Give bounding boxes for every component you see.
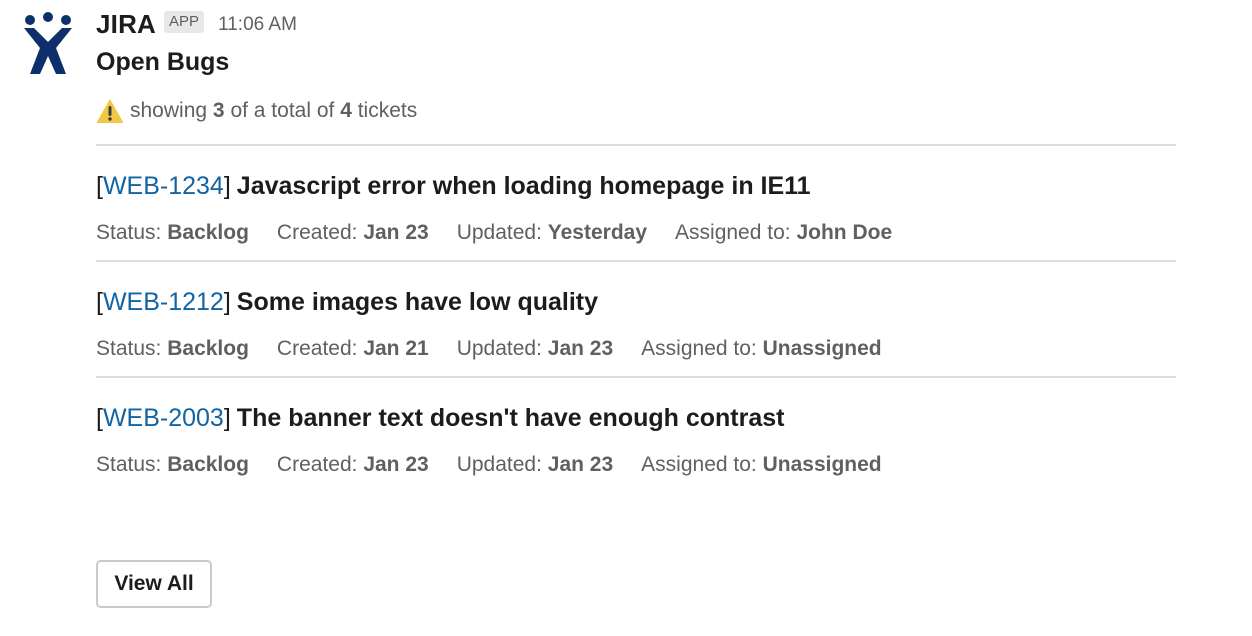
jira-logo-icon — [24, 12, 72, 74]
ticket-title: [WEB-2003] The banner text doesn't have e… — [96, 398, 1176, 438]
close-bracket: ] — [223, 404, 231, 432]
ticket-created: Created: Jan 23 — [276, 453, 429, 476]
ticket-meta: Status: Backlog Created: Jan 21 Updated:… — [96, 334, 1176, 364]
ticket-item: [WEB-1234] Javascript error when loading … — [96, 146, 1176, 260]
ticket-status: Status: Backlog — [96, 221, 249, 244]
message-title: Open Bugs — [96, 48, 230, 76]
ticket-key-link[interactable]: WEB-1212 — [103, 288, 224, 316]
ticket-item: [WEB-2003] The banner text doesn't have e… — [96, 378, 1176, 492]
ticket-summary: Javascript error when loading homepage i… — [236, 172, 811, 200]
notice-middle: of a total of — [230, 99, 335, 122]
ticket-title: [WEB-1234] Javascript error when loading … — [96, 166, 1176, 206]
ticket-updated: Updated: Yesterday — [456, 221, 648, 244]
message-timestamp[interactable]: 11:06 AM — [218, 14, 297, 36]
ticket-meta: Status: Backlog Created: Jan 23 Updated:… — [96, 218, 1176, 248]
notice-suffix: tickets — [357, 99, 418, 122]
warning-icon — [96, 99, 124, 123]
ticket-status: Status: Backlog — [96, 337, 249, 360]
ticket-updated: Updated: Jan 23 — [456, 453, 614, 476]
app-name[interactable]: JIRA — [96, 9, 156, 40]
view-all-button[interactable]: View All — [96, 560, 212, 608]
notice-shown-count: 3 — [212, 99, 225, 122]
notice-total-count: 4 — [340, 99, 352, 122]
open-bracket: [ — [96, 172, 103, 200]
ticket-assignee: Assigned to: Unassigned — [641, 453, 882, 476]
ticket-created: Created: Jan 23 — [276, 221, 429, 244]
message-header: JIRA APP 11:06 AM — [96, 4, 1176, 44]
ticket-summary: Some images have low quality — [236, 288, 599, 316]
ticket-key-link[interactable]: WEB-2003 — [103, 404, 224, 432]
ticket-status: Status: Backlog — [96, 453, 249, 476]
app-badge: APP — [164, 11, 205, 33]
ticket-item: [WEB-1212] Some images have low quality S… — [96, 262, 1176, 376]
ticket-assignee: Assigned to: John Doe — [675, 221, 893, 244]
open-bracket: [ — [96, 404, 103, 432]
ticket-updated: Updated: Jan 23 — [456, 337, 614, 360]
ticket-created: Created: Jan 21 — [276, 337, 429, 360]
ticket-key-link[interactable]: WEB-1234 — [103, 172, 224, 200]
message-content: JIRA APP 11:06 AM Open Bugs showing 3 of… — [96, 0, 1176, 492]
open-bracket: [ — [96, 288, 103, 316]
ticket-count-notice: showing 3 of a total of 4 tickets — [96, 96, 1176, 126]
ticket-meta: Status: Backlog Created: Jan 23 Updated:… — [96, 450, 1176, 480]
close-bracket: ] — [223, 172, 231, 200]
close-bracket: ] — [223, 288, 231, 316]
ticket-title: [WEB-1212] Some images have low quality — [96, 282, 1176, 322]
ticket-assignee: Assigned to: Unassigned — [641, 337, 882, 360]
notice-prefix: showing — [130, 99, 208, 122]
ticket-summary: The banner text doesn't have enough cont… — [236, 404, 785, 432]
